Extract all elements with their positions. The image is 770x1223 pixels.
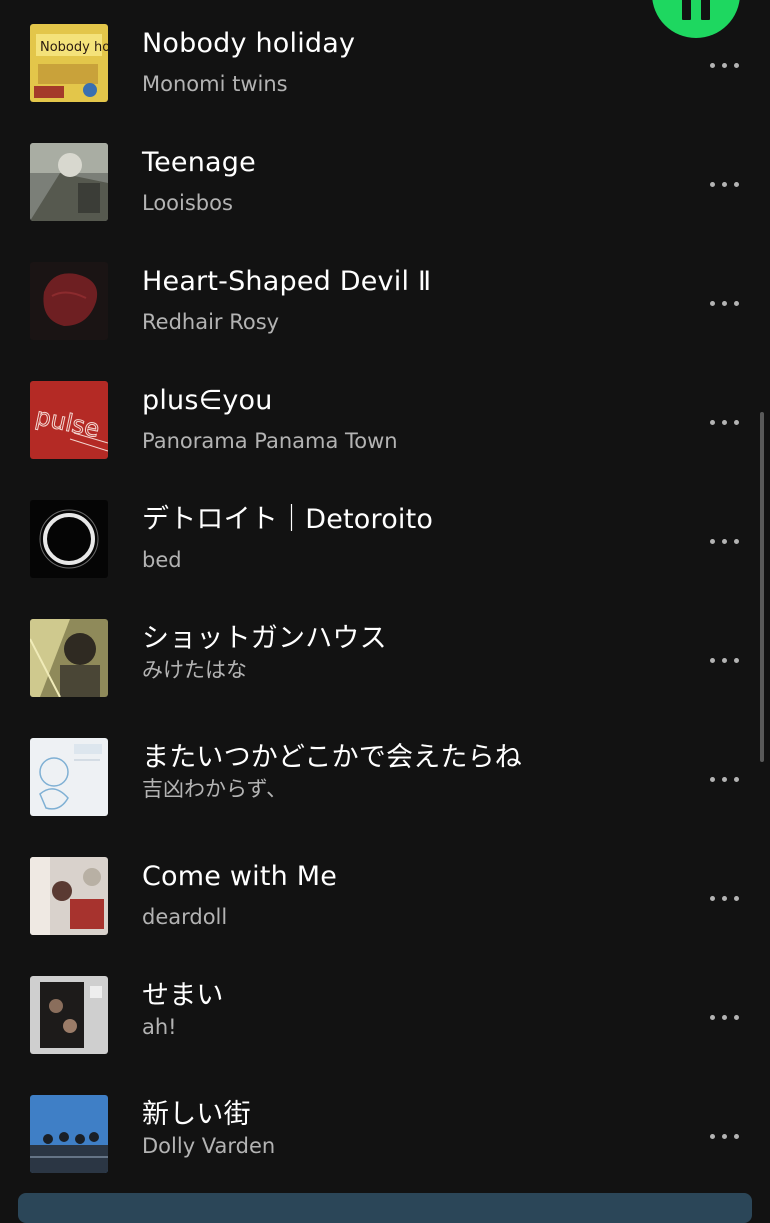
track-title: 新しい街 xyxy=(142,1099,251,1130)
album-art: Nobody holiday xyxy=(30,24,108,102)
mini-player[interactable] xyxy=(18,1193,752,1223)
more-options-icon[interactable] xyxy=(700,169,750,199)
track-title: デトロイト｜Detoroito xyxy=(142,504,434,535)
track-row[interactable]: Come with Me deardoll xyxy=(0,857,770,976)
track-artist: Dolly Varden xyxy=(142,1134,276,1158)
track-row[interactable]: pulse plus∈you Panorama Panama Town xyxy=(0,381,770,500)
album-art xyxy=(30,500,108,578)
track-artist: Redhair Rosy xyxy=(142,310,280,334)
track-artist: Looisbos xyxy=(142,191,233,215)
more-options-icon[interactable] xyxy=(700,50,750,80)
more-options-icon[interactable] xyxy=(700,526,750,556)
track-artist: みけたはな xyxy=(142,658,247,682)
track-row[interactable]: せまい ah! xyxy=(0,976,770,1095)
track-title: またいつかどこかで会えたらね xyxy=(142,742,522,773)
album-art xyxy=(30,262,108,340)
album-art xyxy=(30,857,108,935)
track-artist: deardoll xyxy=(142,905,228,929)
more-options-icon[interactable] xyxy=(700,1121,750,1151)
more-options-icon[interactable] xyxy=(700,883,750,913)
album-art xyxy=(30,976,108,1054)
track-row[interactable]: またいつかどこかで会えたらね 吉凶わからず、 xyxy=(0,738,770,857)
track-row[interactable]: Teenage Looisbos xyxy=(0,143,770,262)
pause-icon xyxy=(682,0,691,20)
album-art: pulse xyxy=(30,381,108,459)
track-title: ショットガンハウス xyxy=(142,623,387,654)
scrollbar[interactable] xyxy=(760,412,764,762)
more-options-icon[interactable] xyxy=(700,764,750,794)
track-row[interactable]: Heart-Shaped Devil Ⅱ Redhair Rosy xyxy=(0,262,770,381)
track-title: せまい xyxy=(142,980,224,1011)
more-options-icon[interactable] xyxy=(700,645,750,675)
more-options-icon[interactable] xyxy=(700,288,750,318)
album-art xyxy=(30,1095,108,1173)
track-artist: Panorama Panama Town xyxy=(142,429,398,453)
track-row[interactable]: ショットガンハウス みけたはな xyxy=(0,619,770,738)
track-artist: 吉凶わからず、 xyxy=(142,777,288,801)
track-row[interactable]: デトロイト｜Detoroito bed xyxy=(0,500,770,619)
more-options-icon[interactable] xyxy=(700,1002,750,1032)
album-art-text: Nobody holiday xyxy=(40,40,108,55)
pause-icon xyxy=(701,0,710,20)
track-artist: ah! xyxy=(142,1015,177,1039)
album-art xyxy=(30,619,108,697)
track-title: Come with Me xyxy=(142,861,338,892)
track-artist: Monomi twins xyxy=(142,72,288,96)
track-artist: bed xyxy=(142,548,182,572)
track-title: Teenage xyxy=(142,147,256,178)
album-art xyxy=(30,143,108,221)
track-title: Heart-Shaped Devil Ⅱ xyxy=(142,266,432,297)
track-row[interactable]: Nobody holiday Nobody holiday Monomi twi… xyxy=(0,24,770,143)
track-title: plus∈you xyxy=(142,385,273,416)
more-options-icon[interactable] xyxy=(700,407,750,437)
album-art xyxy=(30,738,108,816)
track-title: Nobody holiday xyxy=(142,28,356,59)
